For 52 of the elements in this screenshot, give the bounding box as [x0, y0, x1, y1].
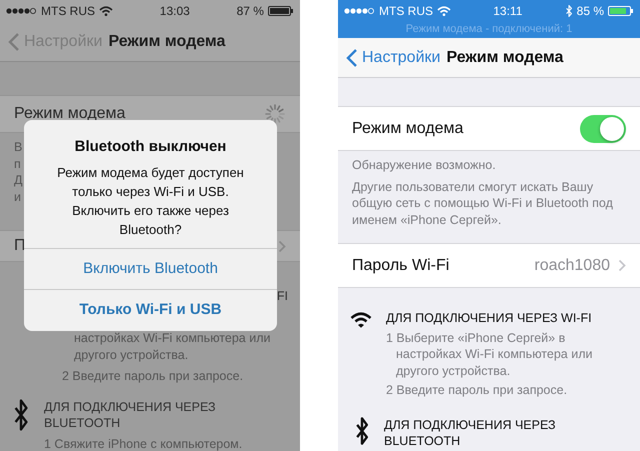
battery-icon [268, 6, 294, 16]
password-row[interactable]: Пароль Wi-Fi roach1080 [338, 243, 640, 288]
alert-button[interactable]: Только Wi-Fi и USB [24, 289, 277, 330]
clock-time: 13:11 [493, 3, 522, 20]
instruction-text: другого устройства. [74, 346, 190, 364]
back-chevron-icon[interactable] [8, 32, 20, 52]
chevron-icon [618, 259, 626, 272]
instruction-text: настройках Wi-Fi компьютера или [74, 330, 272, 347]
battery-icon [608, 6, 634, 16]
back-link[interactable]: Настройки [346, 46, 440, 70]
wifi-icon [437, 6, 451, 16]
description-text: и [14, 188, 21, 205]
bluetooth-icon [564, 5, 573, 17]
row-label: П [14, 236, 26, 256]
row-label: Режим модема [14, 104, 126, 124]
carrier-name: MTS RUS [379, 3, 433, 20]
signal-icon [344, 7, 375, 15]
alert-title: Bluetooth выключен [74, 137, 228, 157]
carrier-name: MTS RUS [41, 3, 95, 20]
back-chevron-icon[interactable] [346, 48, 358, 68]
instruction-text: 2 Введите пароль при запросе. [386, 382, 568, 398]
status-banner: Режим модема - подключений: 1 [338, 22, 640, 38]
description-text: п [14, 156, 21, 172]
chevron-icon [278, 240, 286, 252]
battery-percent: 85 % [576, 3, 604, 20]
description-text: Другие пользователи смогут искать Вашу общую сеть с помощью Wi-Fi и Bluetooth под именем «iPhone Сергей». [352, 178, 614, 228]
row-value: roach1080 [534, 256, 610, 276]
alert-message: Режим модема будет доступен только через Wi-Fi и USB. Включить его также через Bluetooth? [56, 164, 245, 238]
wifi-icon [99, 6, 113, 16]
signal-icon [6, 7, 37, 15]
bluetooth-icon [12, 398, 30, 431]
bluetooth-icon [354, 416, 370, 444]
section-title: FI [276, 288, 288, 305]
hotspot-toggle[interactable] [580, 114, 626, 142]
description-text: Д [14, 172, 22, 188]
section-title: ДЛЯ ПОДКЛЮЧЕНИЯ ЧЕРЕЗ BLUETOOTH [44, 398, 217, 432]
instruction-text: 2 Введите пароль при запросе. [62, 368, 244, 385]
description-text: В [14, 139, 22, 156]
instruction-text: 1 Свяжите iPhone с компьютером. [44, 436, 242, 451]
nav-title: Режим модема [108, 32, 226, 52]
section-title: ДЛЯ ПОДКЛЮЧЕНИЯ ЧЕРЕЗ BLUETOOTH [384, 416, 557, 450]
description-text: Обнаружение возможно. [352, 157, 497, 174]
row-label: Режим модема [352, 118, 464, 138]
instruction-text: 1 Выберите «iPhone Сергей» в настройках Wi-Fi компьютера или другого устройства. [386, 330, 594, 379]
back-label: Настройки [362, 48, 440, 68]
clock-time: 13:03 [160, 3, 190, 20]
row-label: Пароль Wi-Fi [352, 256, 450, 276]
nav-title: Режим модема [446, 48, 564, 68]
wifi-icon [350, 312, 372, 328]
battery-percent: 87 % [236, 3, 264, 20]
alert-button[interactable]: Включить Bluetooth [24, 248, 277, 289]
section-title: ДЛЯ ПОДКЛЮЧЕНИЯ ЧЕРЕЗ WI-FI [386, 310, 593, 326]
